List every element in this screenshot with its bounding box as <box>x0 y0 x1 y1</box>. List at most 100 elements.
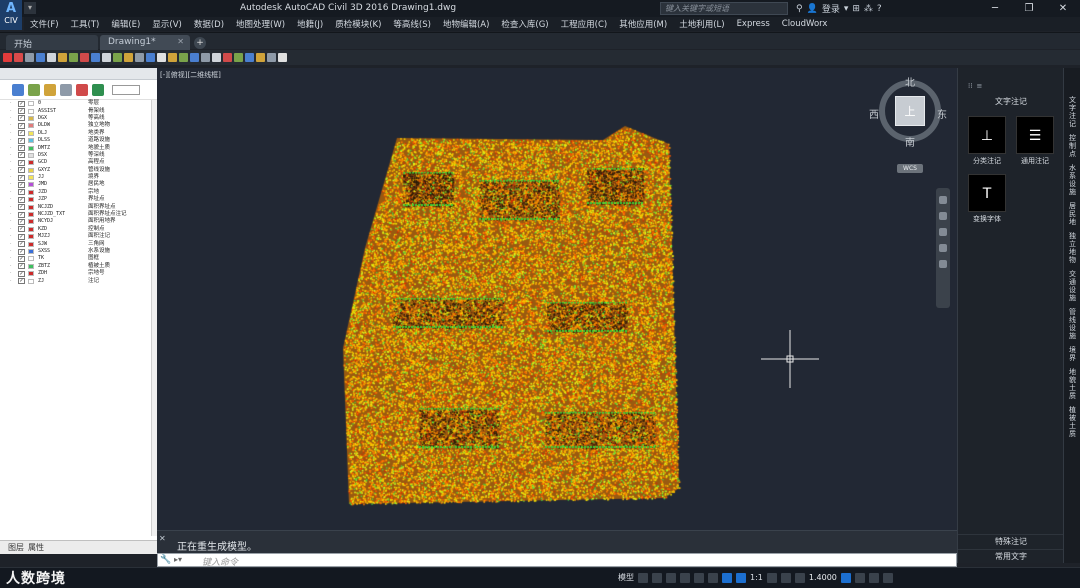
binoculars-icon[interactable]: ⚲ <box>796 4 803 14</box>
menu-item[interactable]: 数据(D) <box>194 18 224 30</box>
layer-row[interactable]: · ✓ ZDH 宗地号 <box>0 270 157 277</box>
cart-icon[interactable]: ⊞ <box>852 4 860 14</box>
help-icon[interactable]: ? <box>877 4 882 14</box>
layer-color-swatch[interactable] <box>28 189 34 195</box>
layer-checkbox[interactable]: ✓ <box>18 248 25 255</box>
layer-color-swatch[interactable] <box>28 241 34 247</box>
layer-color-swatch[interactable] <box>28 204 34 210</box>
orbit-icon[interactable] <box>939 244 947 252</box>
layer-row[interactable]: · ✓ GXYZ 管线设施 <box>0 167 157 174</box>
layer-checkbox[interactable]: ✓ <box>18 122 25 129</box>
layer-color-swatch[interactable] <box>28 145 34 151</box>
layer-checkbox[interactable]: ✓ <box>18 226 25 233</box>
layer-row[interactable]: · ✓ DMTZ 地貌土质 <box>0 144 157 152</box>
menu-item[interactable]: 工具(T) <box>71 18 100 30</box>
tab-properties[interactable]: 属性 <box>28 542 44 553</box>
annotation-scale[interactable]: 1:1 <box>750 573 763 582</box>
network-icon[interactable]: ⁂ <box>864 4 873 14</box>
layer-row[interactable]: · ✓ SXSS 水系设施 <box>0 248 157 255</box>
lineweight-icon[interactable] <box>708 572 718 583</box>
toolbar-tool-icon[interactable] <box>47 53 56 62</box>
toolbar-tool-icon[interactable] <box>124 53 133 62</box>
common-text-button[interactable]: 常用文字 <box>958 549 1064 563</box>
layer-color-swatch[interactable] <box>28 249 34 254</box>
layer-color-swatch[interactable] <box>28 152 34 158</box>
layer-row[interactable]: · ✓ ZJ 注记 <box>0 277 157 285</box>
layer-color-swatch[interactable] <box>28 108 34 114</box>
toolbar-tool-icon[interactable] <box>168 53 177 62</box>
add-tab-icon[interactable]: + <box>194 37 206 49</box>
plus-icon[interactable] <box>780 572 791 583</box>
layer-color-swatch[interactable] <box>28 219 34 225</box>
layer-color-swatch[interactable] <box>28 182 34 188</box>
layer-row[interactable]: · ✓ GCD 高程点 <box>0 159 157 166</box>
layer-checkbox[interactable]: ✓ <box>18 263 25 270</box>
vertical-tab[interactable]: 交通设施 <box>1066 270 1079 302</box>
toolbar-tool-icon[interactable] <box>245 53 254 62</box>
command-caret-icon[interactable]: ▸▾ <box>174 555 182 564</box>
layer-checkbox[interactable]: ✓ <box>18 189 25 196</box>
units-icon[interactable] <box>794 572 805 583</box>
layer-color-swatch[interactable] <box>28 123 34 129</box>
vertical-tab[interactable]: 控制点 <box>1066 134 1079 158</box>
toolbar-tool-icon[interactable] <box>113 53 122 62</box>
osnap-icon[interactable] <box>694 572 704 583</box>
menu-item[interactable]: 地籍(J) <box>297 18 323 30</box>
vertical-tab[interactable]: 独立地物 <box>1066 232 1079 264</box>
viewcube[interactable]: 上 北 南 西 东 <box>869 76 947 149</box>
annotation-visibility-icon[interactable] <box>722 572 732 583</box>
menu-item[interactable]: 检查入库(G) <box>501 18 548 30</box>
layer-checkbox[interactable]: ✓ <box>18 115 25 122</box>
layer-checkbox[interactable]: ✓ <box>18 167 25 174</box>
layer-checkbox[interactable]: ✓ <box>18 108 25 115</box>
classify-annotation-button[interactable]: ⊥ 分类注记 <box>967 116 1007 166</box>
layer-checkbox[interactable]: ✓ <box>18 130 25 137</box>
toolbar-tool-icon[interactable] <box>234 53 243 62</box>
toolbar-tool-icon[interactable] <box>267 53 276 62</box>
polar-icon[interactable] <box>680 572 690 583</box>
vertical-tab[interactable]: 管线设施 <box>1066 308 1079 340</box>
toolbar-tool-icon[interactable] <box>102 53 111 62</box>
tab-drawing1[interactable]: Drawing1* ✕ <box>100 35 190 50</box>
layer-checkbox[interactable]: ✓ <box>18 137 25 144</box>
layer-row[interactable]: · ✓ JZD 宗地 <box>0 189 157 196</box>
menu-item[interactable]: 土地利用(L) <box>679 18 724 30</box>
layer-checkbox[interactable]: ✓ <box>18 159 25 166</box>
layer-checkbox[interactable]: ✓ <box>18 152 25 159</box>
layer-color-swatch[interactable] <box>28 175 34 181</box>
layer-checkbox[interactable]: ✓ <box>18 270 25 277</box>
layer-row[interactable]: · ✓ 0 零层 <box>0 100 157 107</box>
auto-scale-icon[interactable] <box>736 572 746 583</box>
layer-row[interactable]: · ✓ KZD 控制点 <box>0 226 157 233</box>
layer-checkbox[interactable]: ✓ <box>18 181 25 188</box>
viewcube-top[interactable]: 上 <box>895 96 925 126</box>
steering-wheel-icon[interactable] <box>939 196 947 204</box>
layer-row[interactable]: · ✓ JMD 居民地 <box>0 181 157 188</box>
layer-color-swatch[interactable] <box>28 263 34 269</box>
showmotion-icon[interactable] <box>939 260 947 268</box>
layer-color-swatch[interactable] <box>28 115 34 121</box>
layer-checkbox[interactable]: ✓ <box>18 100 25 107</box>
layer-color-swatch[interactable] <box>28 271 34 277</box>
command-line[interactable]: 🔧 ▸▾ 键入命令 <box>157 553 957 568</box>
toolbar-tool-icon[interactable] <box>146 53 155 62</box>
snap-icon[interactable] <box>652 572 662 583</box>
layer-checkbox[interactable]: ✓ <box>18 241 25 248</box>
layer-color-swatch[interactable] <box>28 160 34 166</box>
toolbar-tool-icon[interactable] <box>135 53 144 62</box>
font-transform-button[interactable]: T 变换字体 <box>967 174 1007 224</box>
menu-item[interactable]: 质检模块(K) <box>335 18 381 30</box>
toolbar-tool-icon[interactable] <box>69 53 78 62</box>
viewport-controls-label[interactable]: [-][俯视][二维线框] <box>160 70 221 80</box>
tab-layers[interactable]: 图层 <box>8 542 24 553</box>
zoom-value[interactable]: 1.4000 <box>809 573 837 582</box>
vertical-tab[interactable]: 植被土质 <box>1066 406 1079 438</box>
toolbar-tool-icon[interactable] <box>223 53 232 62</box>
close-icon[interactable]: ✕ <box>159 534 166 543</box>
vertical-tab[interactable]: 境界 <box>1066 346 1079 362</box>
layer-states-icon[interactable] <box>28 83 40 96</box>
search-input[interactable]: 键入关键字或短语 <box>660 2 788 15</box>
grip-icon[interactable]: ⁞⁞ <box>968 82 972 94</box>
zoom-icon[interactable] <box>939 228 947 236</box>
toolbar-tool-icon[interactable] <box>212 53 221 62</box>
